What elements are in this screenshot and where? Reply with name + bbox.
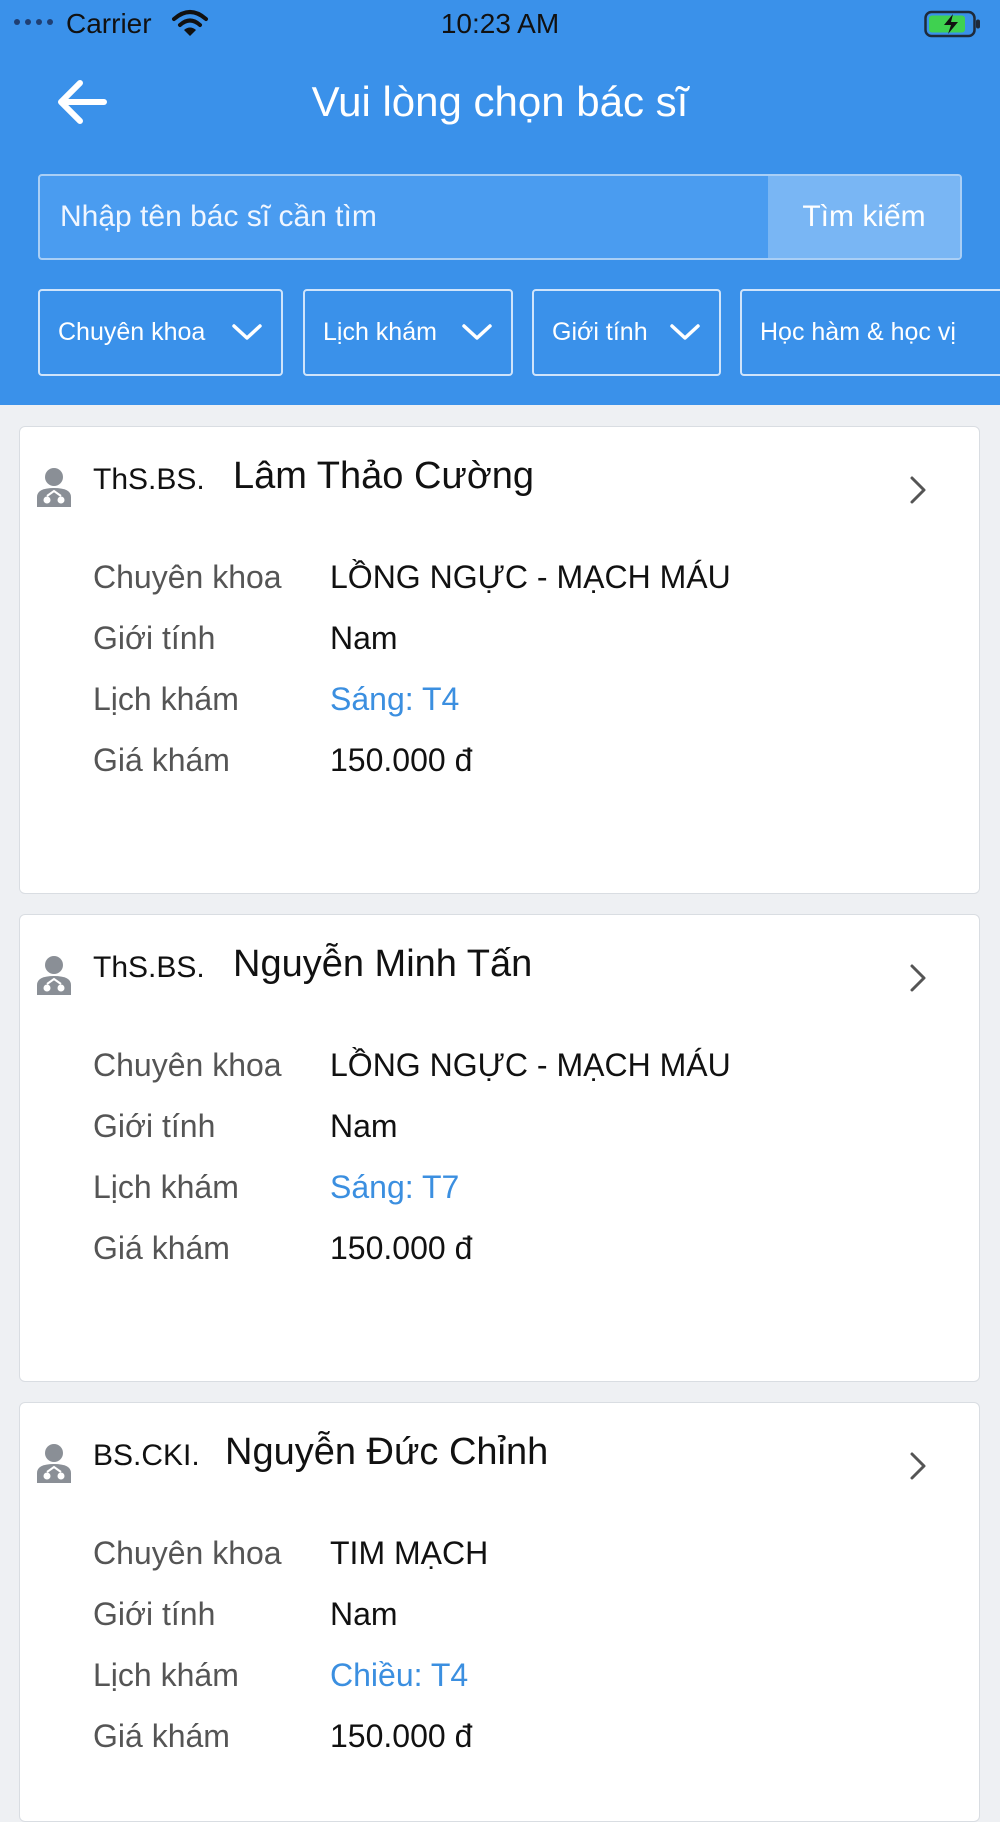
specialty-label: Chuyên khoa xyxy=(93,559,282,595)
chevron-right-icon xyxy=(910,1452,926,1480)
schedule-link[interactable]: Sáng: T7 xyxy=(330,1169,459,1206)
doctor-name: Nguyễn Đức Chỉnh xyxy=(225,1431,549,1473)
doctor-icon xyxy=(37,1444,71,1483)
doctor-icon xyxy=(37,956,71,995)
status-time: 10:23 AM xyxy=(440,8,560,39)
doctor-card[interactable]: ThS.BS. Nguyễn Minh Tấn Chuyên khoa LỒNG… xyxy=(19,914,980,1382)
filter-degree[interactable]: Học hàm & học vị xyxy=(740,289,1000,376)
gender-label: Giới tính xyxy=(93,620,216,656)
app-header: Carrier 10:23 AM Vui lòng chọn bác sĩ Tì… xyxy=(0,0,1000,405)
doctor-title: ThS.BS. xyxy=(93,951,205,984)
specialty-label: Chuyên khoa xyxy=(93,1535,282,1571)
price-label: Giá khám xyxy=(93,1718,230,1754)
gender-value: Nam xyxy=(330,620,398,656)
filter-label: Chuyên khoa xyxy=(58,318,206,346)
chevron-down-icon xyxy=(670,324,700,340)
chevron-right-icon xyxy=(910,964,926,992)
search-button[interactable]: Tìm kiếm xyxy=(768,176,960,258)
page-title: Vui lòng chọn bác sĩ xyxy=(311,78,689,125)
schedule-link[interactable]: Sáng: T4 xyxy=(330,681,459,718)
schedule-label: Lịch khám xyxy=(93,681,239,717)
specialty-value: LỒNG NGỰC - MẠCH MÁU xyxy=(330,559,731,595)
chevron-down-icon xyxy=(462,324,492,340)
doctor-title: BS.CKI. xyxy=(93,1439,200,1472)
gender-value: Nam xyxy=(330,1108,398,1144)
schedule-link[interactable]: Chiều: T4 xyxy=(330,1657,468,1694)
filter-schedule[interactable]: Lịch khám xyxy=(303,289,513,376)
specialty-label: Chuyên khoa xyxy=(93,1047,282,1083)
price-label: Giá khám xyxy=(93,1230,230,1266)
specialty-value: LỒNG NGỰC - MẠCH MÁU xyxy=(330,1047,731,1083)
schedule-label: Lịch khám xyxy=(93,1657,239,1693)
price-value: 150.000 đ xyxy=(330,1230,473,1266)
filter-specialty[interactable]: Chuyên khoa xyxy=(38,289,283,376)
price-label: Giá khám xyxy=(93,742,230,778)
price-value: 150.000 đ xyxy=(330,1718,473,1754)
filter-gender[interactable]: Giới tính xyxy=(532,289,721,376)
filter-label: Lịch khám xyxy=(323,318,437,346)
specialty-value: TIM MẠCH xyxy=(330,1535,489,1571)
chevron-down-icon xyxy=(232,324,262,340)
price-value: 150.000 đ xyxy=(330,742,473,778)
doctor-card[interactable]: ThS.BS. Lâm Thảo Cường Chuyên khoa LỒNG … xyxy=(19,426,980,894)
gender-label: Giới tính xyxy=(93,1108,216,1144)
doctor-icon xyxy=(37,468,71,507)
filter-bar: Chuyên khoa Lịch khám Giới tính Học hàm … xyxy=(38,289,1000,376)
schedule-label: Lịch khám xyxy=(93,1169,239,1205)
status-bar: Carrier 10:23 AM xyxy=(0,0,1000,48)
search-bar: Tìm kiếm xyxy=(38,174,962,260)
search-input[interactable] xyxy=(40,176,768,258)
doctor-title: ThS.BS. xyxy=(93,463,205,496)
gender-label: Giới tính xyxy=(93,1596,216,1632)
doctor-name: Nguyễn Minh Tấn xyxy=(233,943,533,985)
doctor-name: Lâm Thảo Cường xyxy=(233,455,535,497)
filter-label: Giới tính xyxy=(552,318,648,346)
chevron-right-icon xyxy=(910,476,926,504)
filter-label: Học hàm & học vị xyxy=(760,318,956,346)
battery-charging-icon xyxy=(924,10,980,38)
doctor-card[interactable]: BS.CKI. Nguyễn Đức Chỉnh Chuyên khoa TIM… xyxy=(19,1402,980,1822)
gender-value: Nam xyxy=(330,1596,398,1632)
